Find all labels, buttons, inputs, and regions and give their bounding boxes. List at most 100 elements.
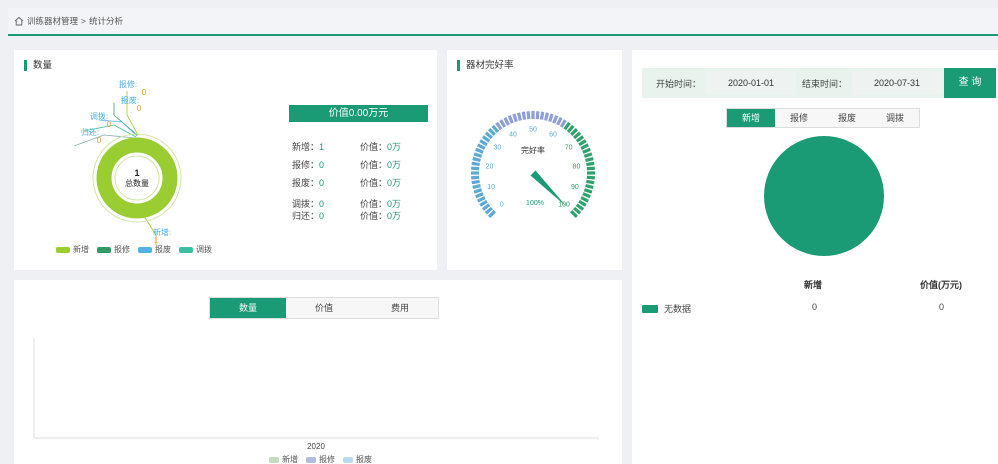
stat-value-label: 价值：: [360, 178, 388, 188]
gauge-value-label: 100%: [526, 200, 544, 207]
gauge-tick: [586, 179, 595, 185]
gauge-tick: [475, 192, 484, 199]
legend-item-repair[interactable]: 报修: [97, 244, 130, 255]
x-tick-label: 2020: [307, 442, 325, 451]
row-no-data-label: 无数据: [664, 304, 692, 314]
query-button[interactable]: 查 询: [944, 68, 996, 98]
total-value-banner: 价值0.00万元: [289, 105, 428, 122]
gauge-tick: [566, 124, 575, 133]
time-filter-panel: 开始时间： 2020-01-01 结束时间： 2020-07-31 查 询 新增…: [632, 50, 998, 464]
gauge-tick: [477, 143, 486, 150]
gauge-tick: [488, 210, 496, 218]
gauge-tick: [585, 156, 594, 162]
gauge-tick-label: 10: [487, 184, 495, 191]
gauge-tick: [473, 188, 483, 194]
legend-item-repair[interactable]: 报修: [306, 454, 335, 464]
stat-count: 0: [319, 178, 325, 188]
gauge-tick: [488, 128, 496, 136]
stat-label: 报废：: [292, 178, 320, 188]
tab-new[interactable]: 新增: [727, 109, 775, 127]
gauge-tick: [575, 135, 585, 143]
top-bar: 训练器材管理 > 统计分析: [8, 8, 998, 36]
metric-tabs: 数量 价值 费用: [209, 297, 439, 319]
gauge-tick-label: 60: [549, 131, 557, 138]
tab-transfer[interactable]: 调拨: [871, 109, 919, 127]
gauge-tick: [582, 147, 591, 154]
gauge-tick: [471, 166, 480, 171]
category-tabs: 新增 报修 报废 调拨: [726, 108, 920, 128]
integrity-gauge: 0 10 20 30 40 50 60 70 80 90 100 完好率 100%: [471, 111, 595, 218]
donut-label-repair-name: 报修:: [119, 79, 137, 89]
gauge-tick: [479, 199, 488, 207]
stat-count: 1: [319, 142, 325, 152]
gauge-tick: [559, 119, 567, 128]
gauge-tick: [472, 156, 481, 162]
gauge-tick-label: 70: [565, 145, 573, 152]
end-date-label: 结束时间：: [802, 79, 848, 89]
gauge-tick: [471, 161, 480, 167]
gauge-tick: [582, 192, 591, 199]
stat-label: 归还：: [292, 211, 320, 221]
donut-legend: 新增 报修 报废 调拨: [56, 244, 212, 255]
stat-value-label: 价值：: [360, 199, 388, 209]
gauge-tick: [570, 128, 578, 136]
tab-scrap[interactable]: 报废: [823, 109, 871, 127]
donut-label-scrap-value: 0: [137, 104, 142, 113]
gauge-tick: [539, 111, 545, 120]
integrity-rate-title: 器材完好率: [457, 60, 514, 71]
legend-item-scrap[interactable]: 报废: [343, 454, 372, 464]
start-date-input[interactable]: 2020-01-01: [706, 71, 796, 95]
gauge-tick: [583, 152, 593, 158]
tab-quantity[interactable]: 数量: [210, 298, 286, 318]
gauge-tick: [573, 206, 582, 215]
gauge-tick: [499, 119, 507, 128]
stat-label: 报修：: [292, 160, 320, 170]
gauge-tick-label: 80: [573, 164, 581, 171]
table-cell-count: 0: [812, 302, 818, 312]
donut-center-label: 总数量: [125, 178, 149, 188]
gauge-title: 完好率: [521, 145, 545, 155]
gauge-tick: [570, 210, 578, 218]
home-icon[interactable]: [14, 16, 24, 26]
breadcrumb-item-equipment[interactable]: 训练器材管理: [27, 15, 78, 27]
gauge-tick-label: 20: [486, 164, 494, 171]
stat-row-repair: 报修：0 价值：0万: [292, 158, 442, 176]
gauge-tick: [495, 121, 503, 131]
legend-item-scrap[interactable]: 报废: [138, 244, 171, 255]
stat-row-new: 新增：1 价值：0万: [292, 140, 442, 158]
gauge-tick: [552, 115, 559, 124]
breadcrumb-item-stats: 统计分析: [88, 16, 123, 26]
stat-count: 0: [319, 160, 325, 170]
gauge-tick: [471, 179, 480, 185]
gauge-tick: [507, 115, 514, 124]
gauge-tick: [503, 117, 510, 126]
stat-value: 0万: [387, 160, 402, 170]
legend-item-transfer[interactable]: 调拨: [179, 244, 212, 255]
stat-value: 0万: [387, 178, 402, 188]
stat-row-transfer: 调拨：0 价值：0万: [292, 197, 442, 209]
stat-row-scrap: 报废：0 价值：0万: [292, 176, 442, 194]
end-date-input[interactable]: 2020-07-31: [852, 71, 942, 95]
gauge-tick: [578, 199, 587, 207]
gauge-tick: [585, 184, 594, 190]
row-color-swatch: [642, 304, 658, 313]
gauge-tick-label: 50: [529, 127, 537, 134]
stat-count: 0: [319, 211, 325, 221]
stat-value-label: 价值：: [360, 160, 388, 170]
legend-item-new[interactable]: 新增: [56, 244, 89, 255]
tab-cost[interactable]: 费用: [362, 298, 438, 318]
tab-repair[interactable]: 报修: [775, 109, 823, 127]
gauge-tick: [479, 139, 488, 147]
category-pie-chart: [764, 136, 884, 256]
gauge-tick: [473, 152, 483, 158]
gauge-tick: [583, 188, 593, 194]
gauge-tick: [580, 196, 589, 203]
legend-item-new[interactable]: 新增: [269, 454, 298, 464]
tab-value[interactable]: 价值: [286, 298, 362, 318]
quantity-panel: 数量 报修: 0 报废: 0 调拨: 0 归还: 0 新增: 1 1 总数量 价…: [14, 50, 437, 270]
trend-chart: 2020: [33, 338, 599, 451]
stat-value: 0万: [387, 142, 402, 152]
start-date-label: 开始时间：: [656, 79, 702, 89]
quantity-donut-chart: 报修: 0 报废: 0 调拨: 0 归还: 0 新增: 1 1 总数量: [73, 79, 182, 245]
gauge-tick-label: 0: [500, 202, 504, 209]
